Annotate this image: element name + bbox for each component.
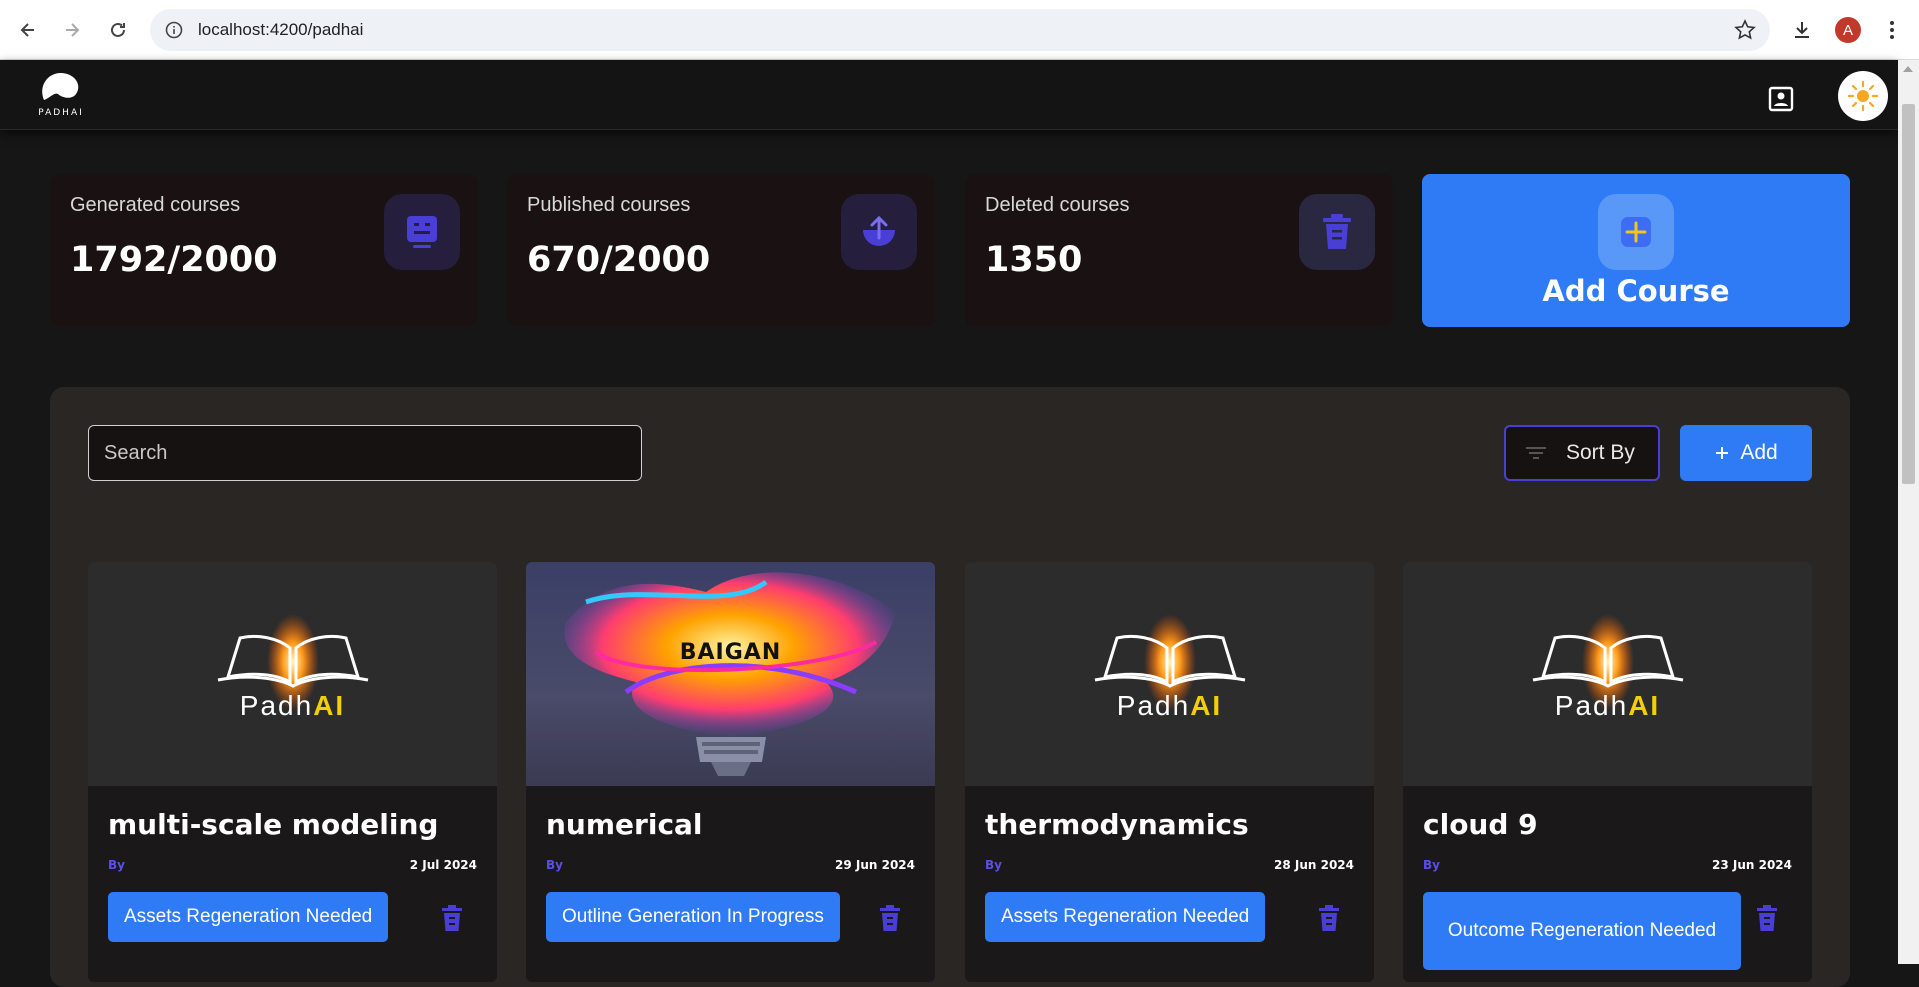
course-author: By [546,858,563,872]
upload-icon [841,194,917,270]
browser-toolbar: localhost:4200/padhai A [0,0,1919,60]
profile-avatar: A [1835,17,1861,43]
course-date: 2 Jul 2024 [409,858,477,872]
theme-toggle-button[interactable] [1838,71,1888,121]
course-date: 29 Jun 2024 [834,858,915,872]
status-button[interactable]: Outcome Regeneration Needed [1423,892,1741,970]
course-author: By [985,858,1002,872]
profile-card-button[interactable] [1764,82,1798,116]
course-author: By [108,858,125,872]
stat-card-published: Published courses 670/2000 [507,174,935,327]
course-card[interactable]: BAIGAN numerical By 29 Jun 2024 Outline … [526,562,935,982]
profile-button[interactable]: A [1832,14,1864,46]
address-bar[interactable]: localhost:4200/padhai [150,9,1770,51]
sort-by-label: Sort By [1566,441,1635,464]
delete-icon[interactable] [878,904,902,932]
trash-icon [1299,194,1375,270]
logo-part-ai: AI [313,690,346,721]
course-thumbnail: BAIGAN [526,562,935,786]
logo-part-ai: AI [1628,690,1661,721]
download-icon [1795,22,1809,38]
course-thumbnail: PadhAI [88,562,497,786]
stat-value: 1350 [985,240,1083,280]
status-button[interactable]: Assets Regeneration Needed [108,892,389,942]
course-author: By [1423,858,1440,872]
course-thumbnail: PadhAI [965,562,1374,786]
lightbulb-art-icon [564,572,896,776]
bookmark-star-icon[interactable] [1734,19,1756,45]
site-info-icon[interactable] [164,20,184,40]
add-label: Add [1740,441,1778,464]
stat-value: 670/2000 [527,240,711,280]
filter-lines-icon [1526,447,1546,459]
course-title: cloud 9 [1423,808,1538,841]
course-title: numerical [546,808,703,841]
robot-icon [384,194,460,270]
scrollbar-thumb[interactable] [1902,104,1915,484]
status-button[interactable]: Assets Regeneration Needed [985,892,1266,942]
download-button[interactable] [1786,14,1818,46]
kebab-menu-icon [1890,21,1894,39]
add-course-label: Add Course [1542,274,1730,308]
add-button[interactable]: Add [1680,425,1812,481]
logo-text: PADHAI [38,108,84,118]
course-card[interactable]: PadhAI cloud 9 By 23 Jun 2024 Outcome Re… [1403,562,1812,982]
page-scrollbar[interactable] [1898,60,1919,964]
scroll-up-arrow-icon[interactable] [1903,66,1913,72]
padhai-logo[interactable]: PADHAI [36,70,86,122]
course-thumbnail: PadhAI [1403,562,1812,786]
plus-icon [1598,194,1674,270]
back-button[interactable] [12,14,44,46]
add-course-card[interactable]: Add Course [1422,174,1850,327]
padhai-book-logo-icon [217,614,369,710]
course-title: multi-scale modeling [108,808,439,841]
back-arrow-icon [20,23,34,37]
forward-button[interactable] [56,14,88,46]
course-card[interactable]: PadhAI thermodynamics By 28 Jun 2024 Ass… [965,562,1374,982]
logo-part-padh: Padh [1116,690,1191,721]
course-title: thermodynamics [985,808,1249,841]
sort-by-button[interactable]: Sort By [1504,425,1660,481]
delete-icon[interactable] [440,904,464,932]
app-header: PADHAI [0,60,1898,130]
contact-card-icon [1768,86,1794,112]
thumbnail-text: BAIGAN [679,640,782,665]
forward-arrow-icon [66,23,80,37]
status-button[interactable]: Outline Generation In Progress [546,892,840,942]
stat-value: 1792/2000 [70,240,278,280]
course-date: 28 Jun 2024 [1273,858,1354,872]
stat-label: Published courses [527,194,691,216]
reload-icon [111,22,125,37]
logo-part-ai: AI [1190,690,1223,721]
delete-icon[interactable] [1755,904,1779,932]
padhai-book-logo-icon [1094,614,1246,710]
reload-button[interactable] [102,14,134,46]
logo-part-padh: Padh [239,690,314,721]
course-card[interactable]: PadhAI multi-scale modeling By 2 Jul 202… [88,562,497,982]
logo-mark-icon [42,72,79,100]
search-input[interactable] [88,425,642,481]
delete-icon[interactable] [1317,904,1341,932]
sun-icon [1847,80,1879,112]
url-text: localhost:4200/padhai [198,20,364,39]
stat-card-deleted: Deleted courses 1350 [965,174,1393,327]
stat-card-generated: Generated courses 1792/2000 [50,174,478,327]
stat-label: Deleted courses [985,194,1130,216]
course-date: 23 Jun 2024 [1711,858,1792,872]
stat-label: Generated courses [70,194,241,216]
logo-part-padh: Padh [1554,690,1629,721]
browser-menu-button[interactable] [1876,14,1908,46]
courses-panel: Sort By Add PadhAI multi-scale modeling … [50,387,1850,987]
padhai-book-logo-icon [1532,614,1684,710]
plus-icon [1716,447,1729,459]
